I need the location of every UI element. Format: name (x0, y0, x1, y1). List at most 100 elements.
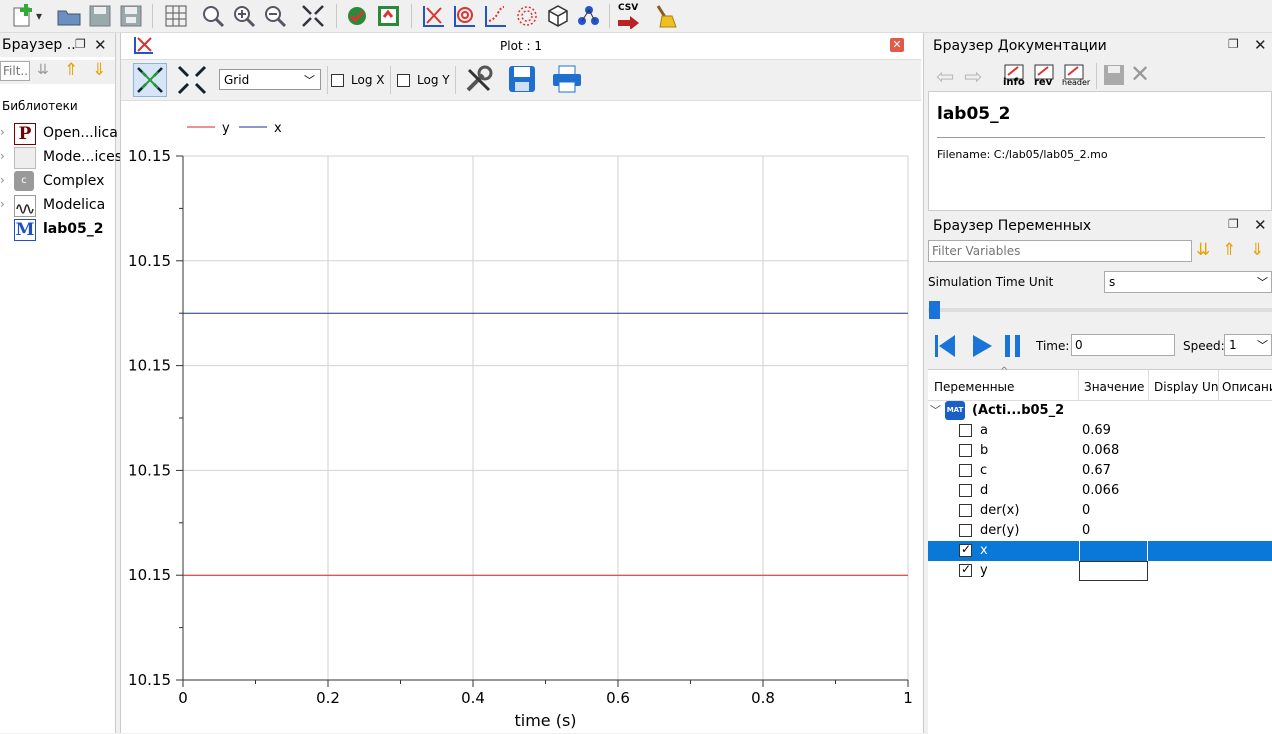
sort-descending-icon[interactable]: ⇊ (1196, 240, 1210, 260)
parametric-icon[interactable] (452, 3, 478, 29)
chevron-down-icon[interactable]: ﹀ (930, 402, 941, 418)
variable-checkbox[interactable] (959, 484, 972, 497)
new-icon[interactable] (10, 3, 36, 29)
zoom-in-icon[interactable] (231, 3, 257, 29)
cancel-icon[interactable]: ✕ (1130, 60, 1150, 88)
variable-row-x[interactable]: ✓ x (928, 541, 1272, 561)
library-item-lab05-2[interactable]: M lab05_2 (0, 219, 115, 241)
sort-ascending-icon[interactable]: ⇑ (1222, 240, 1236, 260)
expand-arrow-icon[interactable]: › (0, 149, 5, 163)
variable-value[interactable] (1079, 561, 1148, 581)
library-filter-input[interactable] (0, 61, 30, 81)
library-item-complex[interactable]: › c Complex (0, 171, 115, 193)
column-value[interactable]: Значение (1084, 380, 1144, 394)
legend-label-y[interactable]: y (222, 121, 230, 136)
variable-checkbox[interactable]: ✓ (959, 562, 972, 577)
variable-value[interactable] (1079, 541, 1148, 561)
variables-root-row[interactable]: ﹀ MAT (Acti...b05_2 (928, 401, 1272, 421)
variable-value[interactable]: 0 (1079, 501, 1148, 521)
log-y-checkbox[interactable] (397, 74, 410, 87)
variable-row-y[interactable]: ✓ y (928, 561, 1272, 581)
variable-checkbox[interactable]: ✓ (959, 542, 972, 557)
expand-arrow-icon[interactable]: › (0, 173, 5, 187)
grid-select[interactable]: Grid ﹀ (219, 69, 321, 90)
variable-row-d[interactable]: d 0.066 (928, 481, 1272, 501)
setup-tools-icon[interactable] (463, 64, 495, 100)
column-variables[interactable]: Переменные (934, 380, 1014, 394)
variable-checkbox[interactable] (959, 524, 972, 537)
save-all-icon[interactable] (118, 3, 144, 29)
close-icon[interactable]: ✕ (94, 36, 107, 54)
column-description[interactable]: Описани (1222, 380, 1272, 394)
expand-arrow-icon[interactable]: › (0, 125, 5, 139)
filter-variables-input[interactable] (928, 240, 1192, 262)
close-icon[interactable]: ✕ (1254, 216, 1267, 234)
column-display-unit[interactable]: Display Un (1154, 380, 1218, 394)
play-icon[interactable] (970, 333, 994, 363)
zoom-icon[interactable] (200, 3, 226, 29)
library-item-modelicaservices[interactable]: › Mode...ices (0, 147, 122, 169)
variable-checkbox[interactable] (959, 444, 972, 457)
sort-descending-icon[interactable]: ⇊ (37, 62, 49, 78)
variable-value[interactable]: 0 (1079, 521, 1148, 541)
instantiate-icon[interactable] (376, 3, 402, 29)
fit-icon[interactable] (300, 3, 326, 29)
pause-icon[interactable] (1002, 333, 1024, 363)
export-csv-icon[interactable]: CSV (616, 3, 642, 30)
expand-arrow-icon[interactable]: › (0, 197, 5, 211)
header-button[interactable]: header (1062, 63, 1090, 87)
undock-icon[interactable]: ❐ (75, 37, 86, 51)
info-button[interactable]: info (1002, 63, 1026, 88)
clear-icon[interactable] (652, 3, 678, 29)
open-icon[interactable] (56, 3, 82, 29)
close-icon[interactable]: ✕ (1254, 36, 1267, 54)
variable-checkbox[interactable] (959, 504, 972, 517)
back-icon[interactable]: ⇦ (936, 65, 954, 90)
variable-checkbox[interactable] (959, 464, 972, 477)
expand-icon[interactable]: ⇓ (1250, 240, 1264, 260)
variable-row-dery[interactable]: der(y) 0 (928, 521, 1272, 541)
time-input[interactable] (1071, 334, 1175, 356)
undock-icon[interactable]: ❐ (1228, 217, 1239, 231)
3d-icon[interactable] (545, 3, 571, 29)
grid-icon[interactable] (163, 3, 189, 29)
pan-zoom-icon[interactable] (133, 63, 167, 97)
variable-value[interactable]: 0.066 (1079, 481, 1148, 501)
save-doc-icon[interactable] (1102, 63, 1126, 91)
check-icon[interactable] (345, 3, 371, 29)
plot-icon[interactable] (421, 3, 447, 29)
rewind-icon[interactable] (933, 333, 957, 363)
speed-select[interactable]: 1 ﹀ (1224, 334, 1272, 356)
variable-value[interactable]: 0.67 (1079, 461, 1148, 481)
time-slider-handle[interactable] (929, 301, 940, 319)
variable-row-a[interactable]: a 0.69 (928, 421, 1272, 441)
close-plot-icon[interactable]: ✕ (890, 38, 904, 52)
rev-button[interactable]: rev (1032, 63, 1056, 88)
zoom-out-icon[interactable] (262, 3, 288, 29)
array-parametric-icon[interactable] (514, 3, 540, 29)
variable-row-b[interactable]: b 0.068 (928, 441, 1272, 461)
fit-in-view-icon[interactable] (176, 64, 208, 100)
variable-row-derx[interactable]: der(x) 0 (928, 501, 1272, 521)
library-item-openmodelica[interactable]: › P Open...lica (0, 123, 118, 145)
variable-row-c[interactable]: c 0.67 (928, 461, 1272, 481)
save-icon[interactable] (87, 3, 113, 29)
forward-icon[interactable]: ⇨ (964, 65, 982, 90)
legend-label-x[interactable]: x (274, 121, 282, 136)
sort-ascending-icon[interactable]: ⇑ (64, 60, 78, 80)
expand-icon[interactable]: ⇓ (92, 60, 106, 80)
time-slider-track[interactable] (928, 308, 1272, 312)
variable-value[interactable]: 0.69 (1079, 421, 1148, 441)
log-x-checkbox[interactable] (331, 74, 344, 87)
save-plot-icon[interactable] (507, 64, 537, 98)
sim-time-unit-select[interactable]: s ﹀ (1104, 271, 1272, 293)
new-dropdown-icon[interactable]: ▾ (36, 9, 42, 23)
array-plot-icon[interactable] (483, 3, 509, 29)
library-item-modelica[interactable]: › Modelica (0, 195, 115, 217)
variable-value[interactable]: 0.068 (1079, 441, 1148, 461)
plot-chart[interactable]: 0 0.2 0.4 0.6 0.8 1 10.15 10.15 10.15 10.15 10.15 1… (121, 101, 921, 733)
variable-checkbox[interactable] (959, 424, 972, 437)
undock-icon[interactable]: ❐ (1228, 37, 1239, 51)
print-icon[interactable] (551, 64, 583, 98)
diagram-icon[interactable] (576, 3, 602, 29)
